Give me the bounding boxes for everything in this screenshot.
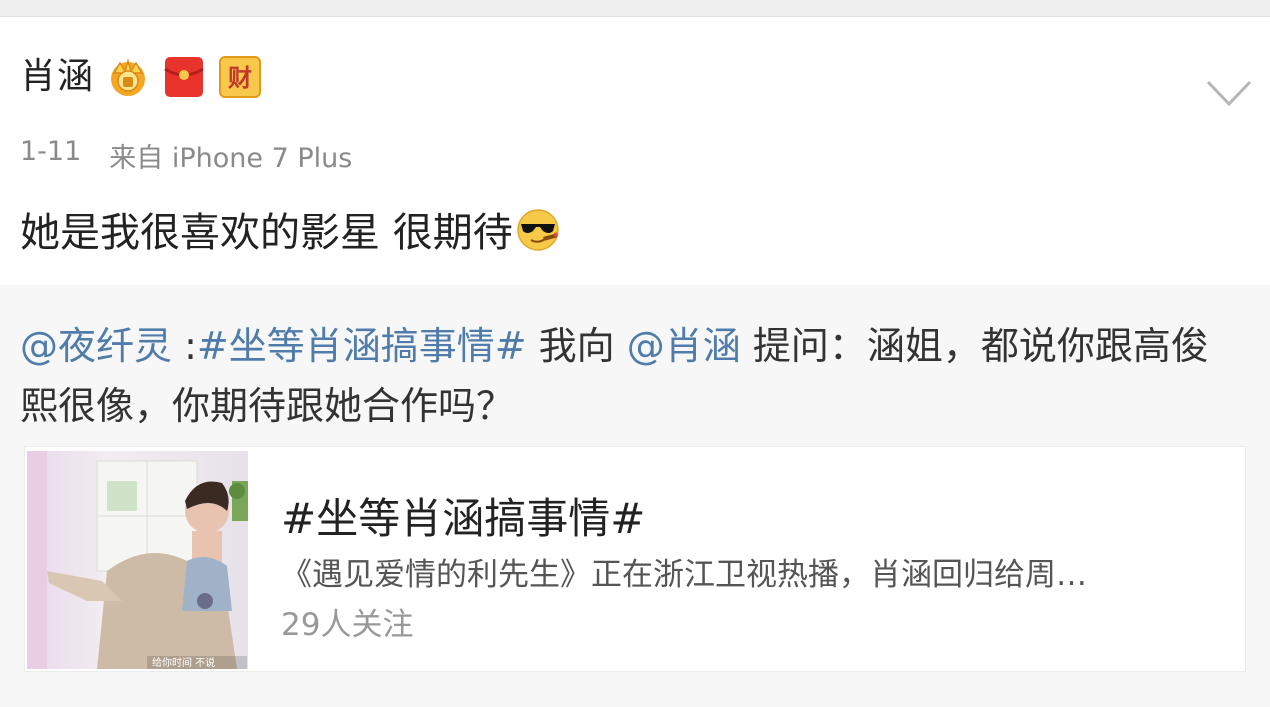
mention-author-link[interactable]: @夜纤灵 <box>20 324 172 368</box>
cai-badge-icon[interactable]: 财 <box>218 55 262 99</box>
post-text: 她是我很喜欢的影星 很期待 <box>20 210 513 256</box>
separator-text: : <box>172 324 197 368</box>
red-packet-badge-icon[interactable] <box>162 55 206 99</box>
post-date: 1-11 <box>20 136 82 167</box>
crown-badge-icon[interactable] <box>106 55 150 99</box>
repost-mid-text: 我向 <box>526 324 627 368</box>
top-divider-bar <box>0 0 1270 17</box>
username[interactable]: 肖涵 <box>20 52 94 102</box>
post-header: 肖涵 财 <box>20 52 262 102</box>
svg-text:给你时间 不说: 给你时间 不说 <box>152 656 215 669</box>
topic-card-title: #坐等肖涵搞事情# <box>281 494 646 543</box>
post-text-row: 她是我很喜欢的影星 很期待 <box>20 200 561 258</box>
topic-card-description: 《遇见爱情的利先生》正在浙江卫视热播，肖涵回归给周… <box>281 557 1087 593</box>
svg-text:财: 财 <box>228 64 252 92</box>
post-meta: 1-11 来自 iPhone 7 Plus <box>20 136 352 175</box>
post-source: 来自 iPhone 7 Plus <box>109 143 353 174</box>
repost-text: @夜纤灵 :#坐等肖涵搞事情# 我向 @肖涵 提问：涵姐，都说你跟高俊熙很像，你… <box>20 316 1245 436</box>
cool-sunglasses-cigar-emoji-icon <box>516 209 559 251</box>
mention-target-link[interactable]: @肖涵 <box>627 324 741 368</box>
topic-card[interactable]: 给你时间 不说 #坐等肖涵搞事情# 《遇见爱情的利先生》正在浙江卫视热播，肖涵回… <box>24 446 1246 672</box>
chevron-down-icon[interactable] <box>1206 78 1252 108</box>
topic-thumbnail: 给你时间 不说 <box>27 451 248 669</box>
topic-link[interactable]: #坐等肖涵搞事情# <box>197 324 527 368</box>
topic-card-followers: 29人关注 <box>281 607 414 643</box>
